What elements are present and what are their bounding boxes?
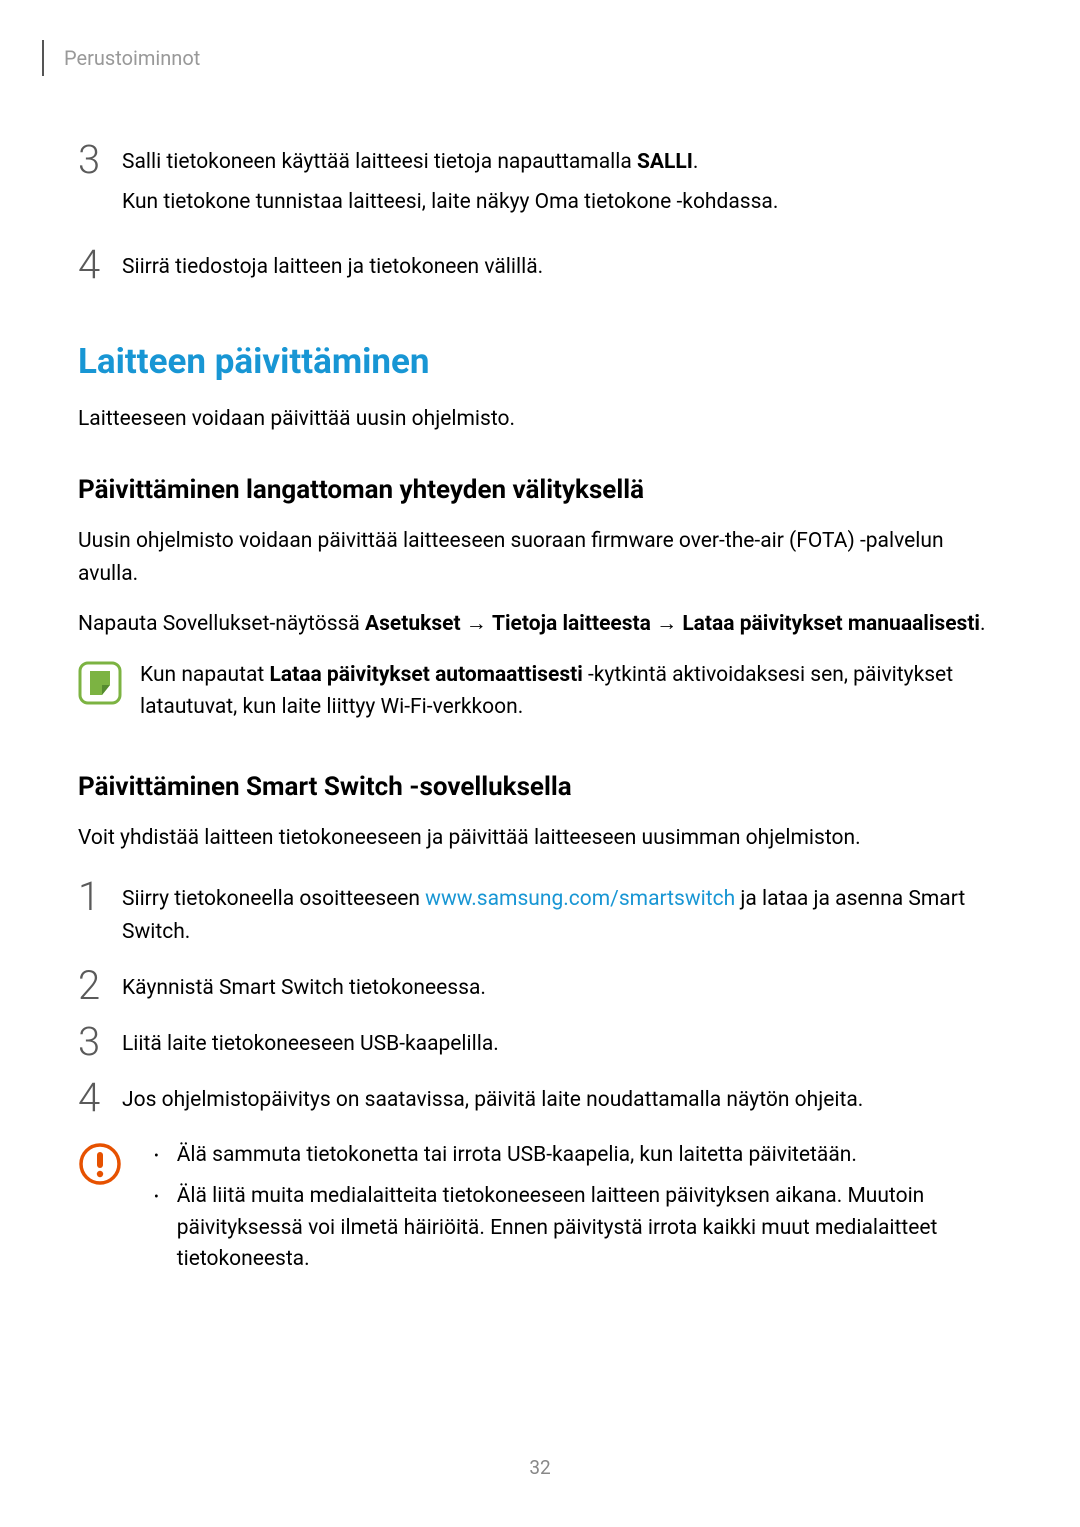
text: . bbox=[980, 612, 986, 636]
bullet-text: Älä liitä muita medialaitteita tietokone… bbox=[177, 1181, 1002, 1276]
step-number: 2 bbox=[78, 966, 122, 1006]
step-content: Siirrä tiedostoja laitteen ja tietokonee… bbox=[122, 251, 543, 291]
text-bold: Tietoja laitteesta bbox=[492, 612, 651, 636]
step-4: 4 Siirrä tiedostoja laitteen ja tietokon… bbox=[78, 251, 1002, 291]
note-content: Kun napautat Lataa päivitykset automaatt… bbox=[140, 659, 1002, 724]
bullet-dot-icon: • bbox=[154, 1140, 159, 1172]
header-divider bbox=[42, 40, 44, 76]
text: . bbox=[693, 150, 699, 174]
step-content: Jos ohjelmistopäivitys on saatavissa, pä… bbox=[122, 1084, 863, 1118]
arrow-icon: → bbox=[461, 612, 492, 636]
subsection-title: Päivittäminen langattoman yhteyden välit… bbox=[78, 475, 1002, 505]
link[interactable]: www.samsung.com/smartswitch bbox=[425, 887, 735, 911]
warning-block: • Älä sammuta tietokonetta tai irrota US… bbox=[78, 1140, 1002, 1286]
text: Salli tietokoneen käyttää laitteesi tiet… bbox=[122, 150, 637, 174]
subsection-title: Päivittäminen Smart Switch -sovelluksell… bbox=[78, 772, 1002, 802]
warning-icon bbox=[78, 1142, 122, 1186]
step-content: Salli tietokoneen käyttää laitteesi tiet… bbox=[122, 146, 778, 225]
bullet-item: • Älä liitä muita medialaitteita tietoko… bbox=[140, 1181, 1002, 1276]
step-number: 1 bbox=[78, 877, 122, 950]
body-text: Napauta Sovellukset-näytössä Asetukset →… bbox=[78, 608, 1002, 641]
text: Kun napautat bbox=[140, 663, 270, 687]
arrow-icon: → bbox=[651, 612, 682, 636]
step-content: Käynnistä Smart Switch tietokoneessa. bbox=[122, 972, 486, 1006]
step-content: Liitä laite tietokoneeseen USB-kaapelill… bbox=[122, 1028, 499, 1062]
text-bold: SALLI bbox=[637, 150, 693, 174]
text: Napauta Sovellukset-näytössä bbox=[78, 612, 365, 636]
text: Siirry tietokoneella osoitteeseen bbox=[122, 887, 425, 911]
page-number: 32 bbox=[0, 1456, 1080, 1479]
step-3: 3 Salli tietokoneen käyttää laitteesi ti… bbox=[78, 146, 1002, 225]
step-number: 3 bbox=[78, 140, 122, 225]
step-1: 1 Siirry tietokoneella osoitteeseen www.… bbox=[78, 883, 1002, 950]
section-title: Laitteen päivittäminen bbox=[78, 341, 1002, 382]
step-4b: 4 Jos ohjelmistopäivitys on saatavissa, … bbox=[78, 1084, 1002, 1118]
text: Kun tietokone tunnistaa laitteesi, laite… bbox=[122, 186, 778, 220]
text-bold: Asetukset bbox=[365, 612, 461, 636]
step-3b: 3 Liitä laite tietokoneeseen USB-kaapeli… bbox=[78, 1028, 1002, 1062]
step-2: 2 Käynnistä Smart Switch tietokoneessa. bbox=[78, 972, 1002, 1006]
step-content: Siirry tietokoneella osoitteeseen www.sa… bbox=[122, 883, 1002, 950]
body-text: Uusin ohjelmisto voidaan päivittää laitt… bbox=[78, 525, 1002, 590]
text: Siirrä tiedostoja laitteen ja tietokonee… bbox=[122, 251, 543, 285]
step-number: 3 bbox=[78, 1022, 122, 1062]
header: Perustoiminnot bbox=[78, 40, 1002, 76]
body-text: Voit yhdistää laitteen tietokoneeseen ja… bbox=[78, 822, 1002, 855]
bullet-text: Älä sammuta tietokonetta tai irrota USB-… bbox=[177, 1140, 1002, 1172]
text-bold: Lataa päivitykset automaattisesti bbox=[270, 663, 583, 687]
breadcrumb: Perustoiminnot bbox=[64, 46, 200, 70]
section-intro: Laitteeseen voidaan päivittää uusin ohje… bbox=[78, 404, 1002, 436]
warning-content: • Älä sammuta tietokonetta tai irrota US… bbox=[140, 1140, 1002, 1286]
bullet-item: • Älä sammuta tietokonetta tai irrota US… bbox=[140, 1140, 1002, 1172]
bullet-dot-icon: • bbox=[154, 1181, 159, 1276]
note-block: Kun napautat Lataa päivitykset automaatt… bbox=[78, 659, 1002, 724]
step-number: 4 bbox=[78, 1078, 122, 1118]
text-bold: Lataa päivitykset manuaalisesti bbox=[682, 612, 980, 636]
step-number: 4 bbox=[78, 245, 122, 291]
note-icon bbox=[78, 661, 122, 705]
